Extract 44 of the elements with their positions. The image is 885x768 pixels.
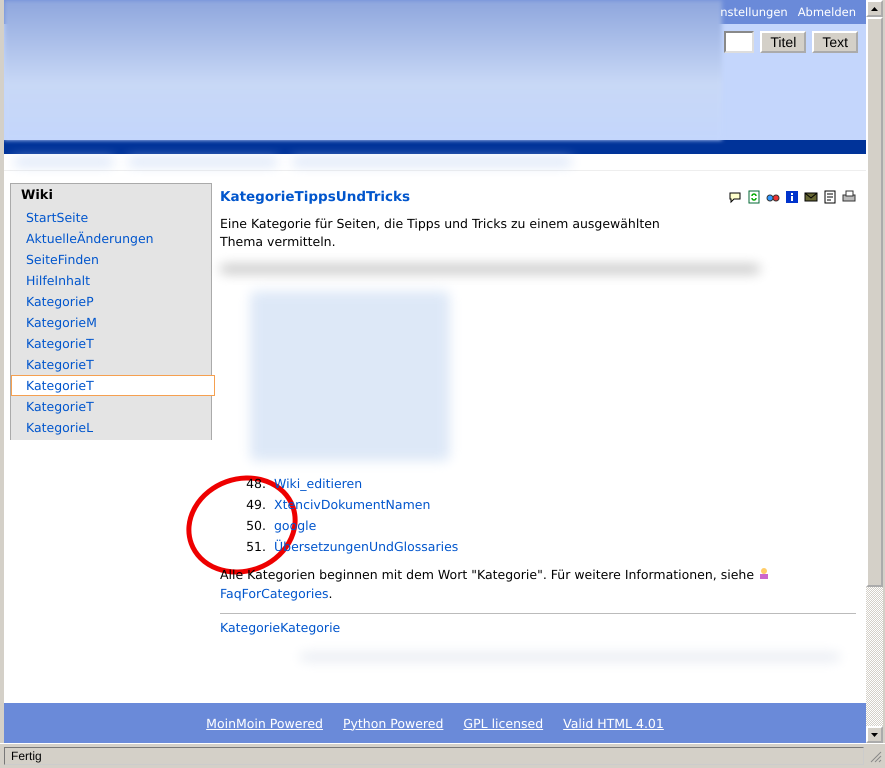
sidebar-item[interactable]: KategorieT xyxy=(11,396,211,417)
scroll-down-button[interactable] xyxy=(866,726,883,743)
footer-link[interactable]: Python Powered xyxy=(342,716,444,730)
sidebar-item[interactable]: HilfeInhalt xyxy=(11,270,211,291)
speech-bubble-icon[interactable] xyxy=(728,190,742,204)
scrollbar-thumb[interactable] xyxy=(866,17,883,587)
sidebar-item[interactable]: StartSeite xyxy=(11,207,211,228)
scroll-up-button[interactable] xyxy=(866,0,883,17)
sidebar-item[interactable]: AktuelleÄnderungen xyxy=(11,228,211,249)
list-number: 48. xyxy=(245,475,266,493)
sidebar-item[interactable]: KategorieP xyxy=(11,291,211,312)
list-number: 51. xyxy=(245,538,266,556)
description-text: Eine Kategorie für Seiten, die Tipps und Tricks zu einem ausgewählten Thema vermitteln. xyxy=(220,215,661,251)
search-button[interactable]: Text xyxy=(812,31,858,53)
sidebar-item[interactable]: KategorieT xyxy=(11,375,215,396)
sidebar-item[interactable]: SeiteFinden xyxy=(11,249,211,270)
user-link[interactable]: nstellungen xyxy=(720,5,788,19)
list-number: 49. xyxy=(245,496,266,514)
search-button[interactable]: Titel xyxy=(760,31,806,53)
category-link[interactable]: KategorieKategorie xyxy=(220,620,856,635)
list-number: 50. xyxy=(245,517,266,535)
resize-grip-icon[interactable] xyxy=(868,749,882,763)
printer-icon[interactable] xyxy=(842,190,856,204)
refresh-page-icon[interactable] xyxy=(747,190,761,204)
sidebar-item[interactable]: KategorieT xyxy=(11,354,211,375)
sidebar-title: Wiki xyxy=(20,188,54,205)
footer-link[interactable]: GPL licensed xyxy=(463,716,544,730)
list-link[interactable]: Wiki_editieren xyxy=(274,473,362,494)
document-icon[interactable] xyxy=(823,190,837,204)
faq-link[interactable]: FaqForCategories xyxy=(220,586,329,601)
page-title[interactable]: KategorieTippsUndTricks xyxy=(220,189,410,205)
status-text: Fertig xyxy=(4,747,864,765)
footer-link[interactable]: Valid HTML 4.01 xyxy=(563,716,664,730)
person-icon xyxy=(758,567,770,580)
info-icon[interactable] xyxy=(785,190,799,204)
down-triangle-icon xyxy=(871,732,878,736)
footer-link[interactable]: MoinMoin Powered xyxy=(206,716,323,730)
sidebar-item[interactable]: KategorieM xyxy=(11,312,211,333)
sidebar-item[interactable]: KategorieL xyxy=(11,417,211,438)
user-link[interactable]: Abmelden xyxy=(798,5,856,19)
envelope-icon[interactable] xyxy=(804,190,818,204)
sidebar-item[interactable]: KategorieT xyxy=(11,333,211,354)
up-triangle-icon xyxy=(871,6,878,10)
search-field[interactable] xyxy=(724,31,754,53)
